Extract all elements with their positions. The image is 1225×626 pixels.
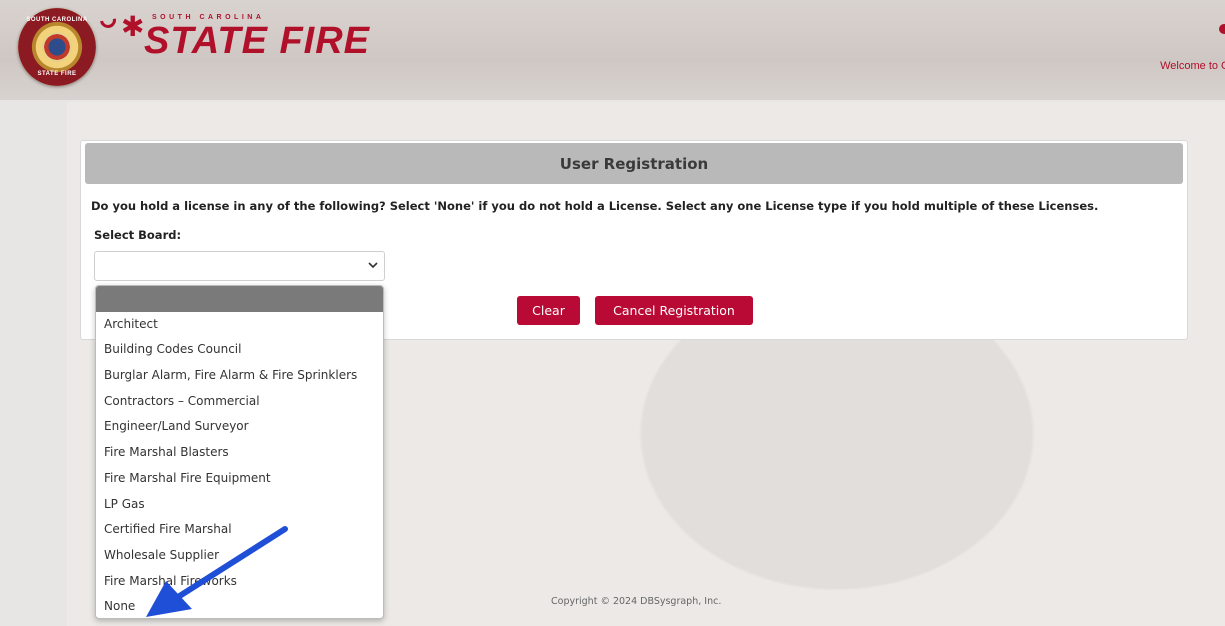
- badge-text-bottom: STATE FIRE: [37, 71, 77, 77]
- clear-button[interactable]: Clear: [517, 296, 580, 325]
- copyright-text: Copyright © 2024 DBSysgraph, Inc.: [551, 596, 722, 607]
- palmetto-tree-icon: ✱: [121, 10, 145, 43]
- option-engineer-land-surveyor[interactable]: Engineer/Land Surveyor: [96, 414, 383, 440]
- crescent-moon-icon: [96, 8, 120, 32]
- annotation-arrow-icon: [146, 526, 288, 617]
- registration-title: User Registration: [85, 143, 1183, 184]
- welcome-text: Welcome to C: [1160, 60, 1225, 72]
- option-fire-marshal-fire-equipment[interactable]: Fire Marshal Fire Equipment: [96, 466, 383, 492]
- state-fire-badge-logo[interactable]: SOUTH CAROLINA STATE FIRE: [18, 8, 96, 86]
- license-question: Do you hold a license in any of the foll…: [91, 199, 1099, 213]
- option-fire-marshal-blasters[interactable]: Fire Marshal Blasters: [96, 440, 383, 466]
- state-map-watermark: [587, 302, 1087, 626]
- option-architect[interactable]: Architect: [96, 312, 383, 338]
- header-corner-icon: [1219, 24, 1225, 34]
- badge-seal-icon: [42, 32, 72, 62]
- site-header: SOUTH CAROLINA STATE FIRE ✱ SOUTH CAROLI…: [0, 0, 1225, 100]
- chevron-down-icon: [368, 262, 378, 269]
- select-board-dropdown[interactable]: [94, 251, 385, 281]
- option-blank[interactable]: [96, 286, 383, 312]
- option-burglar-fire-alarm-sprinklers[interactable]: Burglar Alarm, Fire Alarm & Fire Sprinkl…: [96, 363, 383, 389]
- select-board-label: Select Board:: [94, 228, 182, 242]
- option-building-codes-council[interactable]: Building Codes Council: [96, 337, 383, 363]
- cancel-registration-button[interactable]: Cancel Registration: [595, 296, 753, 325]
- badge-text-top: SOUTH CAROLINA: [26, 17, 88, 23]
- option-lp-gas[interactable]: LP Gas: [96, 492, 383, 518]
- brand-title[interactable]: STATE FIRE: [144, 20, 370, 63]
- option-contractors-commercial[interactable]: Contractors – Commercial: [96, 389, 383, 415]
